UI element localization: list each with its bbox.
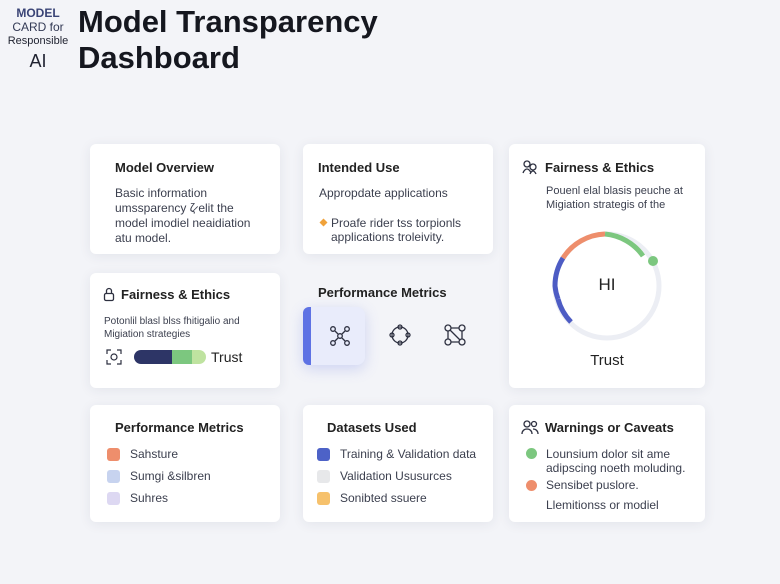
- legend-swatch: [317, 491, 330, 505]
- description-line: model imodiel neaidiation: [115, 216, 251, 230]
- list-item: Sonibted ssuere: [317, 487, 476, 509]
- legend-swatch: [317, 469, 330, 483]
- list-item-label: Validation Ususurces: [340, 469, 452, 483]
- list-item: Sahsture: [107, 443, 211, 465]
- logo-line-2: CARD for: [12, 20, 64, 35]
- list-item: adipscing noeth moluding.: [526, 461, 685, 476]
- model-overview-title: Model Overview: [115, 160, 214, 175]
- intended-use-subtitle: Appropdate applications: [319, 186, 448, 200]
- list-item-label: adipscing noeth moluding.: [546, 461, 686, 475]
- connections-icon[interactable]: [388, 323, 412, 347]
- trust-bar: [134, 350, 206, 364]
- intended-use-notes: Proafe rider tss torpionls applications …: [331, 216, 461, 244]
- list-item: Training & Validation data: [317, 443, 476, 465]
- fairness-trust-title: Fairness & Ethics: [121, 287, 231, 302]
- list-item: Llemitionss or modiel: [526, 494, 685, 514]
- performance-bottom-title: Performance Metrics: [115, 420, 244, 435]
- status-dot: [526, 448, 537, 459]
- trust-label: Trust: [211, 349, 243, 365]
- description-line: Pouenl elal blasis peuche at: [546, 185, 683, 197]
- list-item-label: Llemitionss or modiel: [546, 498, 659, 512]
- users-icon: [521, 419, 539, 435]
- description-line: umssparency ζ̷ elit the: [115, 201, 234, 215]
- model-overview-description: Basic information umssparency ζ̷ elit th…: [115, 186, 250, 246]
- list-item-label: Lounsium dolor sit ame: [546, 446, 671, 461]
- page-title: Model Transparency Dashboard: [78, 4, 378, 75]
- lock-icon: [103, 287, 115, 302]
- fairness-gauge-caption: Trust: [590, 352, 624, 369]
- legend-swatch: [317, 447, 330, 461]
- fairness-trust-title-row: Fairness & Ethics: [103, 287, 230, 302]
- list-item-label: Sumgi &silbren: [130, 469, 211, 483]
- fairness-gauge-description: Pouenl elal blasis peuche at Migiation s…: [546, 184, 683, 212]
- warnings-title: Warnings or Caveats: [545, 419, 674, 435]
- logo-line-4: AI: [29, 50, 47, 71]
- list-item-label: Training & Validation data: [340, 447, 477, 461]
- performance-metrics-panel: Performance Metrics: [303, 273, 493, 388]
- fairness-gauge-card[interactable]: Fairness & Ethics Pouenl elal blasis peu…: [509, 144, 705, 388]
- logo-line-1: MODEL: [16, 6, 60, 20]
- legend-swatch: [107, 447, 120, 461]
- target-icon: [105, 348, 123, 366]
- description-line: Basic information: [115, 186, 208, 200]
- performance-metrics-card[interactable]: Performance Metrics Sahsture Sumgi &silb…: [90, 405, 280, 522]
- model-overview-card[interactable]: Model Overview Basic information umsspar…: [90, 144, 280, 254]
- intended-use-title: Intended Use: [318, 160, 400, 175]
- list-item-label: Sahsture: [130, 447, 179, 461]
- fairness-trust-card[interactable]: Fairness & Ethics Potonlil blasl blss fh…: [90, 273, 280, 388]
- fairness-gauge-title: Fairness & Ethics: [545, 159, 655, 175]
- fairness-gauge-title-row: Fairness & Ethics: [521, 158, 654, 176]
- logo: MODEL CARD for Responsible AI: [4, 6, 72, 73]
- list-item-label: Suhres: [130, 491, 169, 505]
- description-line: atu model.: [115, 231, 172, 245]
- scales-icon: [521, 158, 539, 176]
- warning-diamond-icon: [319, 218, 328, 244]
- description-line: Migiation strategies: [104, 329, 191, 340]
- list-item: Sensibet puslore.: [526, 476, 685, 494]
- description-line: Migiation strategis of the: [546, 199, 666, 211]
- intended-use-card[interactable]: Intended Use Appropdate applications Pro…: [303, 144, 493, 254]
- notes-line: applications troleivity.: [331, 230, 445, 244]
- fairness-trust-description: Potonlil blasl blss fhitigalio and Migia…: [104, 315, 240, 341]
- nodes-icon[interactable]: [443, 323, 467, 347]
- metric-tile-selected[interactable]: [303, 307, 365, 365]
- list-item: Validation Ususurces: [317, 465, 476, 487]
- fairness-gauge-value: HI: [598, 275, 616, 294]
- datasets-card[interactable]: Datasets Used Training & Validation data…: [303, 405, 493, 522]
- list-item: Suhres: [107, 487, 211, 509]
- description-line: Potonlil blasl blss fhitigalio and: [104, 316, 240, 327]
- performance-top-title: Performance Metrics: [318, 285, 447, 300]
- list-item: Sumgi &silbren: [107, 465, 211, 487]
- list-item-label: Sensibet puslore.: [546, 478, 639, 492]
- list-item-label: Sonibted ssuere: [340, 491, 427, 505]
- logo-line-3: Responsible: [7, 34, 69, 47]
- network-icon: [328, 324, 352, 348]
- datasets-title: Datasets Used: [327, 420, 417, 435]
- list-item: Lounsium dolor sit ame: [526, 446, 685, 461]
- status-dot: [526, 479, 537, 491]
- notes-line: Proafe rider tss torpionls: [331, 216, 462, 230]
- legend-swatch: [107, 469, 120, 483]
- legend-swatch: [107, 491, 120, 505]
- warnings-card[interactable]: Warnings or Caveats Lounsium dolor sit a…: [509, 405, 705, 522]
- warnings-title-row: Warnings or Caveats: [521, 419, 674, 435]
